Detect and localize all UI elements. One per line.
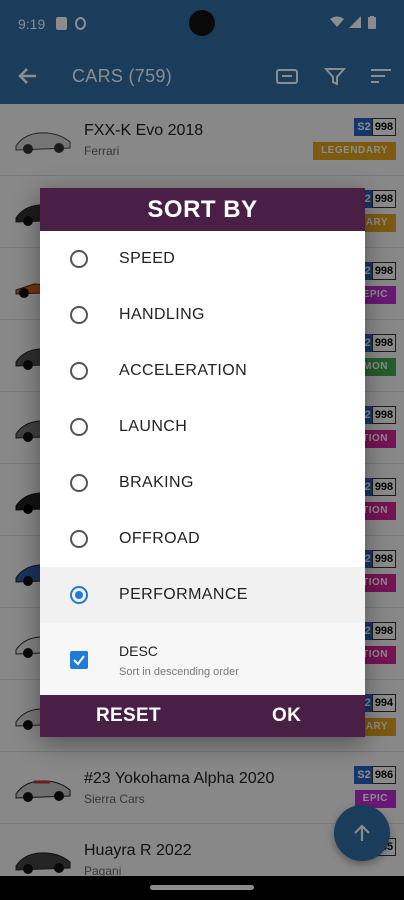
sort-option-acceleration[interactable]: ACCELERATION — [40, 343, 365, 399]
option-label: ACCELERATION — [119, 362, 248, 379]
desc-label: DESC — [119, 643, 158, 659]
option-label: HANDLING — [119, 306, 205, 323]
reset-button[interactable]: RESET — [96, 695, 161, 737]
option-label: OFFROAD — [119, 530, 201, 547]
option-label: SPEED — [119, 250, 176, 267]
sort-option-braking[interactable]: BRAKING — [40, 455, 365, 511]
radio-button[interactable] — [70, 306, 88, 324]
checkmark-icon — [73, 655, 85, 666]
dialog-title: SORT BY — [40, 188, 365, 231]
sort-option-performance[interactable]: PERFORMANCE — [40, 567, 365, 623]
sort-option-handling[interactable]: HANDLING — [40, 287, 365, 343]
desc-toggle-row[interactable]: DESC Sort in descending order — [40, 623, 365, 695]
option-label: PERFORMANCE — [119, 586, 248, 603]
desc-hint: Sort in descending order — [119, 666, 239, 678]
radio-button[interactable] — [70, 250, 88, 268]
radio-button[interactable] — [70, 530, 88, 548]
sort-option-offroad[interactable]: OFFROAD — [40, 511, 365, 567]
radio-button[interactable] — [70, 418, 88, 436]
option-label: BRAKING — [119, 474, 194, 491]
radio-button-selected[interactable] — [70, 586, 88, 604]
sort-option-launch[interactable]: LAUNCH — [40, 399, 365, 455]
dialog-actions: RESET OK — [40, 695, 365, 737]
ok-button[interactable]: OK — [272, 695, 301, 737]
radio-button[interactable] — [70, 362, 88, 380]
radio-button[interactable] — [70, 474, 88, 492]
option-label: LAUNCH — [119, 418, 188, 435]
sort-option-speed[interactable]: SPEED — [40, 231, 365, 287]
sort-dialog: SORT BY SPEED HANDLING ACCELERATION LAUN… — [40, 188, 365, 737]
desc-checkbox[interactable] — [70, 651, 88, 669]
